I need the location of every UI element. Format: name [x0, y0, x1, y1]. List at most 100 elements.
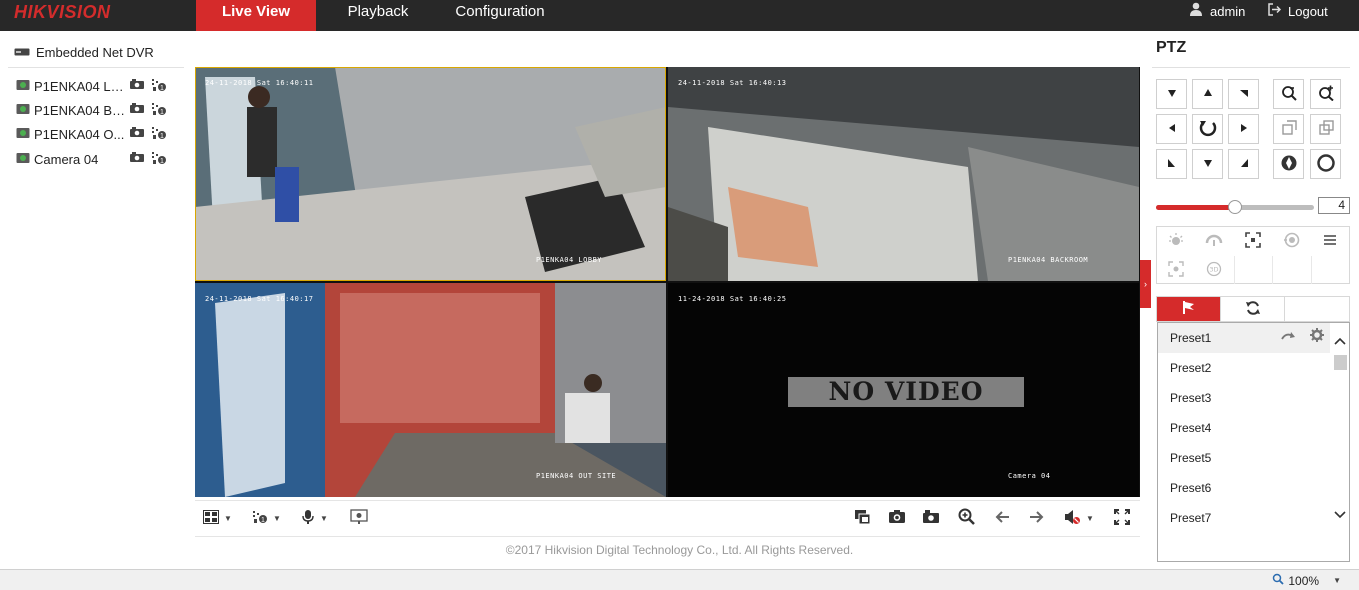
iris-close-icon [1316, 153, 1335, 175]
ptz-down-button[interactable] [1192, 149, 1223, 179]
record-icon[interactable] [129, 78, 145, 95]
capture-button[interactable] [888, 508, 906, 528]
ptz-right-button[interactable] [1228, 114, 1259, 144]
tab-live-view[interactable]: Live View [196, 0, 316, 31]
slider-handle[interactable] [1228, 200, 1242, 214]
ptz-speed-value: 4 [1318, 197, 1350, 214]
tab-playback[interactable]: Playback [336, 0, 420, 31]
ptz-up-button[interactable] [1192, 79, 1223, 109]
logout-icon [1268, 1, 1282, 23]
list-item[interactable]: Preset3 [1158, 383, 1330, 413]
list-item[interactable]: Preset5 [1158, 443, 1330, 473]
video-window-camera-04[interactable]: 11-24-2018 Sat 16:40:25 NO VIDEO Camera … [668, 283, 1139, 497]
chevron-right-icon: › [1144, 279, 1147, 289]
camera-item[interactable]: P1ENKA04 O... 1 [16, 124, 186, 144]
camera-item[interactable]: Camera 04 1 [16, 149, 186, 169]
wiper-button[interactable] [1195, 227, 1233, 255]
collapse-ptz-panel-button[interactable]: › [1140, 260, 1151, 308]
fullscreen-button[interactable] [1114, 508, 1130, 528]
video-window-backroom[interactable]: 24-11-2018 Sat 16:40:13 P1ENKA04 BACKROO… [668, 67, 1139, 281]
user-menu[interactable]: admin [1189, 0, 1245, 24]
auto-focus-button[interactable] [1234, 227, 1272, 255]
window-split-button[interactable]: ▼ [203, 508, 232, 528]
ptz-up-right-button[interactable] [1228, 79, 1259, 109]
next-page-button[interactable] [1029, 508, 1045, 528]
audio-button[interactable]: ▼ [1064, 508, 1094, 528]
light-button[interactable] [1157, 227, 1195, 255]
ptz-control-icon[interactable]: 1 [151, 126, 167, 143]
preset-label: Preset2 [1170, 361, 1212, 375]
iris-open-button[interactable] [1273, 149, 1304, 179]
zoom-in-icon [1318, 85, 1334, 104]
ptz-control-icon[interactable]: 1 [151, 102, 167, 119]
list-item[interactable]: Preset7 [1158, 503, 1330, 533]
digital-zoom-toggle[interactable] [350, 508, 368, 528]
video-window-outsite[interactable]: 24-11-2018 Sat 16:40:17 P1ENKA04 OUT SIT… [195, 283, 666, 497]
browser-status-bar: 100% ▼ [0, 569, 1359, 590]
arrow-down-left-icon [1167, 158, 1177, 171]
ptz-speed-slider[interactable] [1156, 200, 1314, 214]
iris-close-button[interactable] [1310, 149, 1341, 179]
preset-label: Preset4 [1170, 421, 1212, 435]
ptz-auto-scan-button[interactable] [1192, 114, 1223, 144]
ptz-control-icon[interactable]: 1 [151, 78, 167, 95]
osd-camera-name: P1ENKA04 LOBBY [536, 256, 603, 264]
record-icon[interactable] [129, 102, 145, 119]
lens-init-button[interactable] [1272, 227, 1310, 255]
manual-tracking-button[interactable] [1157, 256, 1195, 284]
osd-timestamp: 24-11-2018 Sat 16:40:13 [678, 79, 787, 87]
zoom-level-control[interactable]: 100% ▼ [1272, 573, 1341, 588]
ptz-mode-tabs [1156, 296, 1350, 322]
preset-label: Preset3 [1170, 391, 1212, 405]
zoom-out-button[interactable] [1273, 79, 1304, 109]
ptz-down-right-button[interactable] [1228, 149, 1259, 179]
device-node[interactable]: Embedded Net DVR [14, 45, 154, 60]
stream-select-button[interactable]: 1 ▼ [252, 508, 281, 528]
video-window-lobby[interactable]: 24-11-2018 Sat 16:40:11 P1ENKA04 LOBBY [195, 67, 666, 281]
ptz-down-left-button[interactable] [1156, 149, 1187, 179]
list-item[interactable]: Preset4 [1158, 413, 1330, 443]
3d-positioning-button[interactable]: 3D [1195, 256, 1233, 284]
chevron-down-icon[interactable] [1334, 507, 1346, 522]
record-icon[interactable] [129, 151, 145, 168]
preset-label: Preset5 [1170, 451, 1212, 465]
zoom-in-button[interactable] [958, 508, 975, 528]
focus-far-button[interactable] [1310, 114, 1341, 144]
scrollbar-thumb[interactable] [1334, 355, 1347, 370]
stop-all-button[interactable] [854, 508, 871, 528]
tab-configuration[interactable]: Configuration [450, 0, 550, 31]
list-item[interactable]: Preset6 [1158, 473, 1330, 503]
arrow-down-right-icon [1239, 158, 1249, 171]
focus-far-icon [1318, 119, 1334, 139]
list-item[interactable]: Preset2 [1158, 353, 1330, 383]
list-item[interactable]: Preset1 [1158, 323, 1330, 353]
camera-label: Camera 04 [34, 151, 99, 167]
ptz-left-button[interactable] [1156, 114, 1187, 144]
menu-button[interactable] [1311, 227, 1349, 255]
wiper-icon [1205, 233, 1223, 250]
camera-item[interactable]: P1ENKA04 BA... 1 [16, 100, 186, 120]
tracking-icon [1168, 260, 1184, 280]
audio-talk-button[interactable]: ▼ [301, 508, 328, 528]
tab-patrol[interactable] [1221, 297, 1285, 321]
chevron-down-icon: ▼ [273, 513, 281, 523]
call-preset-icon[interactable] [1280, 323, 1296, 353]
refresh-icon [1198, 118, 1218, 141]
zoom-in-button[interactable] [1310, 79, 1341, 109]
logout-button[interactable]: Logout [1268, 0, 1328, 24]
gear-icon[interactable] [1310, 323, 1324, 353]
record-all-button[interactable] [922, 508, 940, 528]
preset-scrollbar[interactable] [1331, 323, 1349, 561]
chevron-down-icon: ▼ [224, 513, 232, 523]
camera-online-icon [16, 127, 30, 142]
tab-preset[interactable] [1157, 297, 1221, 321]
camera-item[interactable]: P1ENKA04 LO... 1 [16, 76, 186, 96]
ptz-control-icon[interactable]: 1 [151, 151, 167, 168]
empty-function-slot [1234, 256, 1272, 284]
previous-page-button[interactable] [994, 508, 1010, 528]
record-icon[interactable] [129, 126, 145, 143]
logout-label: Logout [1288, 4, 1328, 19]
chevron-up-icon[interactable] [1334, 333, 1346, 348]
ptz-up-left-button[interactable] [1156, 79, 1187, 109]
focus-near-button[interactable] [1273, 114, 1304, 144]
